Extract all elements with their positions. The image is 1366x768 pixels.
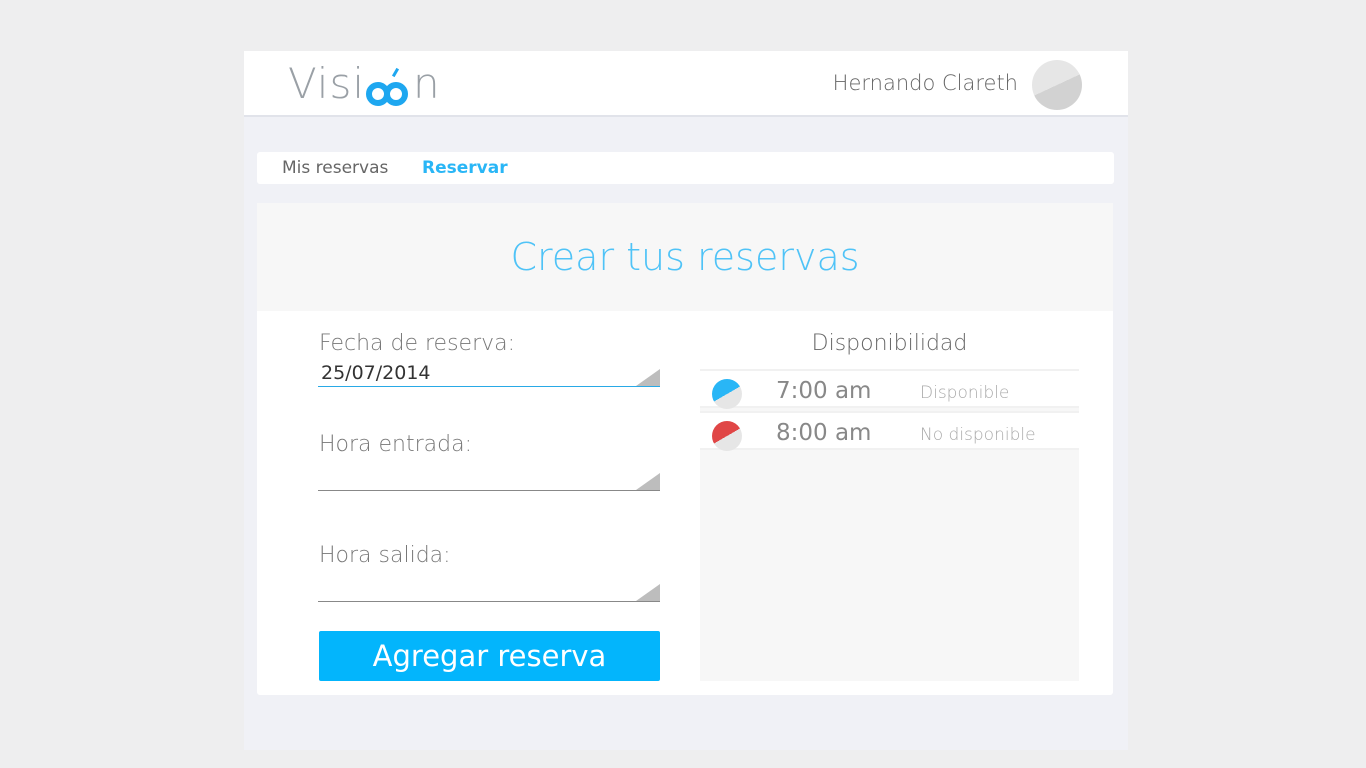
hora-salida-input[interactable] <box>318 576 618 600</box>
list-item[interactable]: 8:00 am No disponible <box>700 411 1079 451</box>
hora-entrada-input[interactable] <box>318 465 618 489</box>
dropdown-corner-icon <box>636 473 660 490</box>
dropdown-corner-icon <box>636 584 660 601</box>
user-avatar[interactable] <box>1032 60 1082 110</box>
app-window: Visi n Hernando Clareth Mis reservas Res… <box>244 51 1128 750</box>
tab-mis-reservas[interactable]: Mis reservas <box>282 158 388 178</box>
page-title: Crear tus reservas <box>510 235 860 279</box>
slot-time: 8:00 am <box>776 420 872 446</box>
availability-title: Disponibilidad <box>811 331 968 356</box>
tab-reservar[interactable]: Reservar <box>422 158 508 178</box>
availability-list: 7:00 am Disponible 8:00 am No disponible <box>700 369 1079 681</box>
logo-text-suffix: n <box>413 59 441 108</box>
reservation-card: Crear tus reservas Fecha de reserva: Hor… <box>257 203 1113 695</box>
list-item[interactable]: 7:00 am Disponible <box>700 369 1079 409</box>
logo-double-o-icon <box>366 67 412 106</box>
agregar-reserva-button[interactable]: Agregar reserva <box>319 631 660 681</box>
logo-text-prefix: Visi <box>288 59 366 108</box>
available-status-icon <box>712 379 742 409</box>
tab-bar: Mis reservas Reservar <box>257 152 1114 184</box>
slot-time: 7:00 am <box>776 378 872 404</box>
top-bar: Visi n Hernando Clareth <box>244 51 1128 117</box>
hora-entrada-label: Hora entrada: <box>319 432 473 457</box>
hora-salida-label: Hora salida: <box>319 543 451 568</box>
fecha-input[interactable] <box>318 361 618 385</box>
user-name[interactable]: Hernando Clareth <box>833 71 1018 95</box>
card-header: Crear tus reservas <box>257 203 1113 311</box>
slot-status: Disponible <box>920 383 1010 403</box>
fecha-field[interactable] <box>318 361 660 387</box>
hora-salida-field[interactable] <box>318 576 660 602</box>
visioon-logo[interactable]: Visi n <box>288 59 441 108</box>
fecha-label: Fecha de reserva: <box>319 331 516 356</box>
dropdown-corner-icon <box>636 369 660 386</box>
unavailable-status-icon <box>712 421 742 451</box>
slot-status: No disponible <box>920 425 1036 445</box>
hora-entrada-field[interactable] <box>318 465 660 491</box>
